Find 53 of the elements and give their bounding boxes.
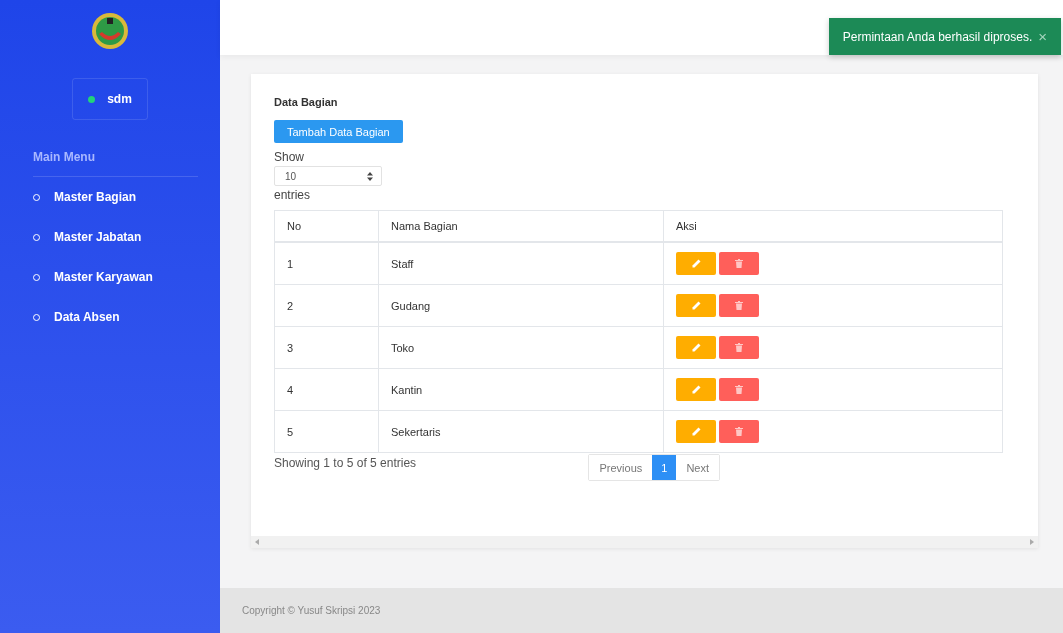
edit-button[interactable] <box>676 252 716 275</box>
pencil-icon <box>691 427 701 436</box>
trash-icon <box>735 385 743 394</box>
horizontal-scrollbar[interactable] <box>251 536 1038 548</box>
sidebar-item[interactable]: Data Absen <box>33 297 198 337</box>
table-cell: 1 <box>274 242 379 285</box>
entries-info: Showing 1 to 5 of 5 entries <box>274 456 417 470</box>
table-cell: 5 <box>274 410 379 453</box>
table-cell: Staff <box>378 242 664 285</box>
user-name: sdm <box>107 92 132 106</box>
pencil-icon <box>691 301 701 310</box>
trash-icon <box>735 427 743 436</box>
table-cell: Sekertaris <box>378 410 664 453</box>
trash-icon <box>735 343 743 352</box>
toast-message: Permintaan Anda berhasil diproses. <box>842 29 1033 44</box>
column-header: Aksi <box>663 210 1003 242</box>
page-link[interactable]: 1 <box>652 455 677 480</box>
sidebar-item[interactable]: Master Bagian <box>33 177 198 217</box>
table-cell: Gudang <box>378 284 664 327</box>
sidebar-item[interactable]: Master Jabatan <box>33 217 198 257</box>
entries-select[interactable]: 10 <box>274 166 382 186</box>
left-arrow-icon <box>255 539 259 545</box>
sidebar-item[interactable]: Master Karyawan <box>33 257 198 297</box>
table-cell: Kantin <box>378 368 664 411</box>
table-cell: 2 <box>274 284 379 327</box>
sort-arrows-icon <box>367 171 373 181</box>
show-label: Show <box>274 150 306 164</box>
column-header: Nama Bagian <box>378 210 664 242</box>
pencil-icon <box>691 385 701 394</box>
logo-emblem-drawing <box>91 12 129 50</box>
pencil-icon <box>691 343 701 352</box>
table-cell: 3 <box>274 326 379 369</box>
delete-button[interactable] <box>719 294 759 317</box>
card-title: Data Bagian <box>274 96 339 108</box>
edit-button[interactable] <box>676 420 716 443</box>
delete-button[interactable] <box>719 336 759 359</box>
table-cell: Toko <box>378 326 664 369</box>
menu-section-title: Main Menu <box>33 150 198 177</box>
entries-label: entries <box>274 188 312 202</box>
copyright-text: Copyright © Yusuf Skripsi 2023 <box>242 605 381 616</box>
pencil-icon <box>691 259 701 268</box>
right-arrow-icon <box>1030 539 1034 545</box>
table-cell: 4 <box>274 368 379 411</box>
edit-button[interactable] <box>676 378 716 401</box>
edit-button[interactable] <box>676 336 716 359</box>
edit-button[interactable] <box>676 294 716 317</box>
add-button[interactable]: Tambah Data Bagian <box>274 120 403 143</box>
trash-icon <box>735 259 743 268</box>
delete-button[interactable] <box>719 252 759 275</box>
delete-button[interactable] <box>719 420 759 443</box>
trash-icon <box>735 301 743 310</box>
column-header: No <box>274 210 379 242</box>
delete-button[interactable] <box>719 378 759 401</box>
